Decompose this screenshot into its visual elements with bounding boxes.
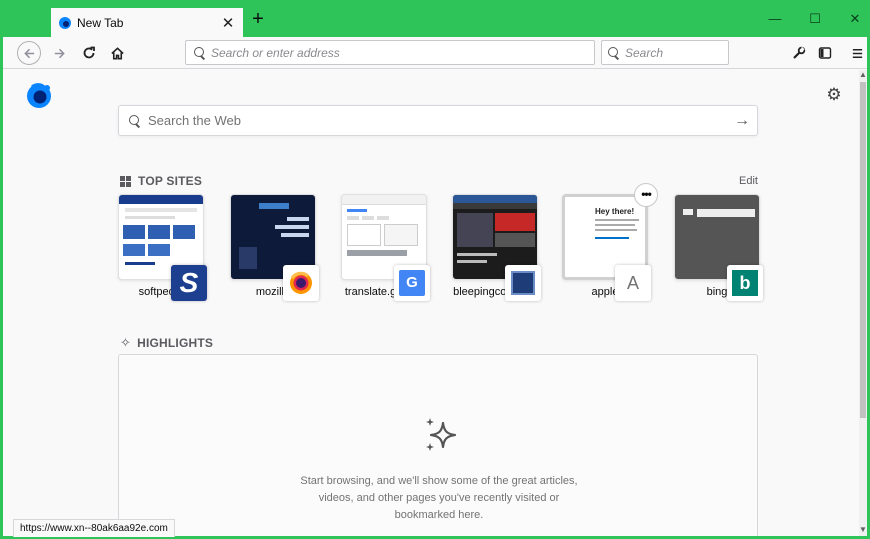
home-button[interactable] (105, 41, 129, 65)
search-bar[interactable]: Search (601, 40, 729, 65)
firefox-favicon-icon (59, 16, 71, 29)
minimize-button[interactable]: — (760, 8, 790, 30)
new-tab-page: ⚙ Search the Web → TOP SITES Edit S soft… (3, 70, 859, 536)
top-site-mozilla[interactable]: mozilla (230, 194, 319, 301)
customize-gear-icon[interactable]: ⚙ (825, 86, 843, 104)
menu-icon (852, 48, 862, 58)
firefox-logo-icon (283, 265, 319, 301)
status-bar-url: https://www.xn--80ak6aa92e.com (13, 519, 175, 537)
highlights-sparkle-icon: ✧ (120, 335, 132, 350)
developer-tools-button[interactable] (787, 41, 811, 65)
sidebar-icon (818, 47, 832, 59)
search-icon (129, 115, 140, 126)
top-sites-title: TOP SITES (138, 174, 203, 188)
top-site-bing[interactable]: b bing (674, 194, 763, 301)
tab-close-icon[interactable]: ✕ (221, 14, 235, 32)
title-bar: New Tab ✕ + — ☐ ✕ (0, 0, 870, 37)
search-icon (608, 47, 619, 58)
back-arrow-icon (23, 48, 34, 58)
scrollbar-thumb[interactable] (860, 82, 866, 418)
highlights-empty-text: Start browsing, and we'll show some of t… (300, 475, 578, 521)
top-site-apple[interactable]: Hey there! A apple (562, 194, 651, 301)
top-site-softpedia[interactable]: S softpedia (118, 194, 207, 301)
highlights-empty-state: Start browsing, and we'll show some of t… (118, 354, 758, 536)
scroll-up-arrow-icon[interactable]: ▲ (859, 70, 867, 80)
web-search-placeholder: Search the Web (148, 113, 241, 128)
firefox-logo-icon (27, 83, 51, 108)
page-scrollbar[interactable]: ▲ ▼ (859, 70, 867, 536)
scroll-down-arrow-icon[interactable]: ▼ (859, 525, 867, 535)
highlights-heading: ✧ HIGHLIGHTS (120, 335, 213, 351)
top-sites-grid-icon (120, 175, 131, 187)
new-tab-button[interactable]: + (248, 8, 268, 32)
reload-icon (83, 46, 95, 59)
bleepingcomputer-logo-icon (505, 265, 541, 301)
back-button[interactable] (17, 41, 41, 65)
open-menu-button[interactable] (845, 41, 869, 65)
navigation-toolbar: Search or enter address Search (3, 37, 867, 69)
reload-button[interactable] (77, 41, 101, 65)
edit-top-sites-link[interactable]: Edit (739, 175, 758, 187)
sidebar-button[interactable] (813, 41, 837, 65)
url-bar-placeholder: Search or enter address (211, 45, 340, 60)
google-translate-logo-icon: G (394, 265, 430, 301)
softpedia-logo-icon: S (171, 265, 207, 301)
forward-button[interactable] (47, 41, 71, 65)
top-sites-heading: TOP SITES (120, 174, 202, 188)
highlights-title: HIGHLIGHTS (137, 336, 214, 350)
forward-arrow-icon (54, 48, 65, 58)
close-window-button[interactable]: ✕ (840, 8, 870, 30)
search-bar-placeholder: Search (625, 45, 664, 60)
url-bar[interactable]: Search or enter address (185, 40, 595, 65)
tab-new-tab[interactable]: New Tab ✕ (51, 6, 243, 37)
search-icon (194, 47, 205, 58)
bing-logo-icon: b (727, 265, 763, 301)
top-site-bleepingcomputer[interactable]: bleepingcompu... (452, 194, 541, 301)
wrench-icon (793, 46, 806, 59)
search-go-arrow-icon[interactable]: → (727, 112, 757, 130)
web-search-box[interactable]: Search the Web → (118, 105, 758, 136)
tab-title: New Tab (77, 15, 124, 30)
maximize-button[interactable]: ☐ (800, 8, 830, 30)
apple-letter-badge-icon: A (615, 265, 651, 301)
top-site-translate-google[interactable]: G translate.google (341, 194, 430, 301)
top-site-more-options-button[interactable]: ••• (634, 183, 658, 207)
apple-badge-letter: A (626, 272, 639, 293)
sparkles-icon (426, 418, 457, 451)
home-icon (110, 46, 124, 59)
